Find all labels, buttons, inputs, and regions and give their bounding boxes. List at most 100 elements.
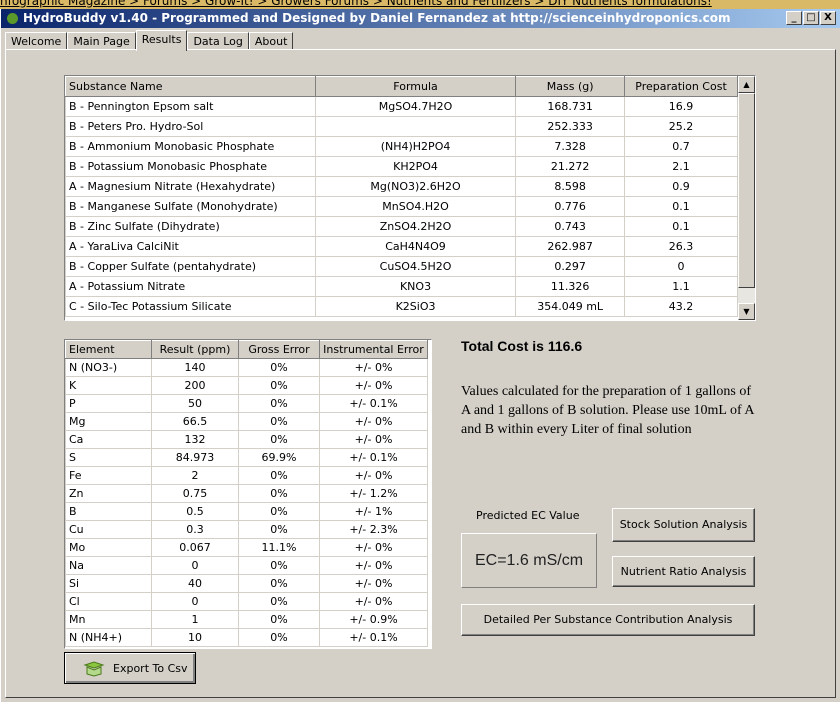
table-row[interactable]: P 50 0% +/- 0.1% bbox=[65, 394, 428, 413]
table-cell bbox=[314, 116, 517, 137]
table-cell: 0 bbox=[151, 556, 239, 575]
table-cell: 200 bbox=[151, 376, 239, 395]
column-header[interactable]: Formula bbox=[314, 76, 517, 97]
table-cell: 0.1 bbox=[624, 216, 738, 237]
table-cell: 10 bbox=[151, 628, 239, 647]
ec-value: EC=1.6 mS/cm bbox=[461, 533, 597, 588]
elements-grid[interactable]: Element Result (ppm) Gross Error Instrument… bbox=[64, 339, 432, 649]
table-cell: 0.776 bbox=[515, 196, 626, 217]
scroll-down-icon[interactable]: ▼ bbox=[738, 303, 755, 320]
table-cell: K2SiO3 bbox=[314, 296, 517, 317]
stock-solution-analysis-button[interactable]: Stock Solution Analysis bbox=[612, 508, 755, 542]
table-cell: 0% bbox=[238, 376, 320, 395]
column-header[interactable]: Preparation Cost bbox=[624, 76, 738, 97]
table-cell: 0% bbox=[238, 574, 320, 593]
table-row[interactable]: N (NO3-) 140 0% +/- 0% bbox=[65, 358, 428, 377]
minimize-button[interactable]: _ bbox=[786, 11, 802, 25]
scroll-thumb[interactable] bbox=[738, 93, 755, 288]
table-row[interactable]: B - Ammonium Monobasic Phosphate (NH4)H2P… bbox=[65, 136, 738, 157]
table-row[interactable]: Si 40 0% +/- 0% bbox=[65, 574, 428, 593]
nutrient-ratio-analysis-button[interactable]: Nutrient Ratio Analysis bbox=[612, 556, 755, 587]
table-row[interactable]: B - Zinc Sulfate (Dihydrate) ZnSO4.2H2O 0.… bbox=[65, 216, 738, 237]
table-row[interactable]: B - Manganese Sulfate (Monohydrate) MnSO4… bbox=[65, 196, 738, 217]
table-row[interactable]: Mo 0.067 11.1% +/- 0% bbox=[65, 538, 428, 557]
table-cell: Cu bbox=[65, 520, 152, 539]
column-header[interactable]: Element bbox=[65, 340, 152, 359]
tab-about[interactable]: About bbox=[248, 32, 294, 50]
table-cell: 0 bbox=[151, 592, 239, 611]
table-row[interactable]: B - Pennington Epsom salt MgSO4.7H2O 168.7… bbox=[65, 96, 738, 117]
table-row[interactable]: Zn 0.75 0% +/- 1.2% bbox=[65, 484, 428, 503]
table-row[interactable]: Mg 66.5 0% +/- 0% bbox=[65, 412, 428, 431]
table-cell: 0% bbox=[238, 502, 320, 521]
table-row[interactable]: A - Potassium Nitrate KNO3 11.326 1.1 bbox=[65, 276, 738, 297]
table-cell: +/- 0% bbox=[319, 556, 428, 575]
table-cell: Si bbox=[65, 574, 152, 593]
export-csv-button[interactable]: Export To Csv bbox=[64, 652, 196, 684]
table-cell: P bbox=[65, 394, 152, 413]
detailed-contribution-analysis-button[interactable]: Detailed Per Substance Contribution Anal… bbox=[461, 604, 755, 636]
table-cell: Mg(NO3)2.6H2O bbox=[314, 176, 517, 197]
table-cell: 0% bbox=[238, 394, 320, 413]
substances-grid[interactable]: Substance Name Formula Mass (g) Preparation… bbox=[64, 75, 756, 321]
table-cell: 0.9 bbox=[624, 176, 738, 197]
table-cell: 132 bbox=[151, 430, 239, 449]
table-cell: 0% bbox=[238, 412, 320, 431]
table-cell: B - Copper Sulfate (pentahydrate) bbox=[65, 256, 316, 277]
table-row[interactable]: A - YaraLiva CalciNit CaH4N4O9 262.987 26.3 bbox=[65, 236, 738, 257]
table-row[interactable]: Fe 2 0% +/- 0% bbox=[65, 466, 428, 485]
table-row[interactable]: Na 0 0% +/- 0% bbox=[65, 556, 428, 575]
table-cell: 140 bbox=[151, 358, 239, 377]
table-row[interactable]: A - Magnesium Nitrate (Hexahydrate) Mg(NO… bbox=[65, 176, 738, 197]
table-row[interactable]: C - Silo-Tec Potassium Silicate K2SiO3 354… bbox=[65, 296, 738, 317]
tab-results[interactable]: Results bbox=[135, 30, 188, 51]
table-cell: 0.7 bbox=[624, 136, 738, 157]
table-cell: 0% bbox=[238, 358, 320, 377]
table-cell: B - Pennington Epsom salt bbox=[65, 96, 316, 117]
column-header[interactable]: Mass (g) bbox=[515, 76, 626, 97]
table-cell: 8.598 bbox=[515, 176, 626, 197]
table-cell: +/- 0% bbox=[319, 538, 428, 557]
browser-breadcrumb[interactable]: nfographic Magazine > Forums > Grow-It! … bbox=[0, 0, 840, 9]
table-row[interactable]: B - Peters Pro. Hydro-Sol 252.333 25.2 bbox=[65, 116, 738, 137]
table-cell: B - Potassium Monobasic Phosphate bbox=[65, 156, 316, 177]
total-cost: Total Cost is 116.6 bbox=[461, 338, 583, 354]
scrollbar[interactable]: ▲ ▼ bbox=[738, 76, 755, 320]
table-cell: 43.2 bbox=[624, 296, 738, 317]
tab-main-page[interactable]: Main Page bbox=[67, 32, 136, 50]
column-header[interactable]: Result (ppm) bbox=[151, 340, 239, 359]
column-header[interactable]: Instrumental Error bbox=[319, 340, 428, 359]
tab-welcome[interactable]: Welcome bbox=[5, 32, 68, 50]
table-row[interactable]: B - Potassium Monobasic Phosphate KH2PO4 2… bbox=[65, 156, 738, 177]
column-header[interactable]: Gross Error bbox=[238, 340, 320, 359]
table-cell: B - Ammonium Monobasic Phosphate bbox=[65, 136, 316, 157]
table-row[interactable]: S 84.973 69.9% +/- 0.1% bbox=[65, 448, 428, 467]
close-button[interactable]: X bbox=[820, 11, 836, 25]
export-label: Export To Csv bbox=[113, 661, 188, 675]
table-row[interactable]: K 200 0% +/- 0% bbox=[65, 376, 428, 395]
maximize-button[interactable]: □ bbox=[803, 11, 819, 25]
table-cell: B bbox=[65, 502, 152, 521]
app-icon bbox=[7, 13, 18, 24]
table-cell: C - Silo-Tec Potassium Silicate bbox=[65, 296, 316, 317]
table-row[interactable]: Mn 1 0% +/- 0.9% bbox=[65, 610, 428, 629]
table-row[interactable]: Cl 0 0% +/- 0% bbox=[65, 592, 428, 611]
table-cell: +/- 0% bbox=[319, 376, 428, 395]
scroll-up-icon[interactable]: ▲ bbox=[738, 76, 755, 93]
column-header[interactable]: Substance Name bbox=[65, 76, 316, 97]
table-cell: Mo bbox=[65, 538, 152, 557]
table-cell: B - Manganese Sulfate (Monohydrate) bbox=[65, 196, 316, 217]
table-cell: CaH4N4O9 bbox=[314, 236, 517, 257]
table-row[interactable]: N (NH4+) 10 0% +/- 0.1% bbox=[65, 628, 428, 647]
table-row[interactable]: Cu 0.3 0% +/- 2.3% bbox=[65, 520, 428, 539]
table-cell: 1 bbox=[151, 610, 239, 629]
table-cell: 2 bbox=[151, 466, 239, 485]
table-cell: 262.987 bbox=[515, 236, 626, 257]
table-cell: A - YaraLiva CalciNit bbox=[65, 236, 316, 257]
table-cell: 50 bbox=[151, 394, 239, 413]
table-row[interactable]: B 0.5 0% +/- 1% bbox=[65, 502, 428, 521]
tab-data-log[interactable]: Data Log bbox=[187, 32, 249, 50]
table-row[interactable]: Ca 132 0% +/- 0% bbox=[65, 430, 428, 449]
table-row[interactable]: B - Copper Sulfate (pentahydrate) CuSO4.5… bbox=[65, 256, 738, 277]
tab-bar: Welcome Main Page Results Data Log About bbox=[5, 30, 294, 51]
